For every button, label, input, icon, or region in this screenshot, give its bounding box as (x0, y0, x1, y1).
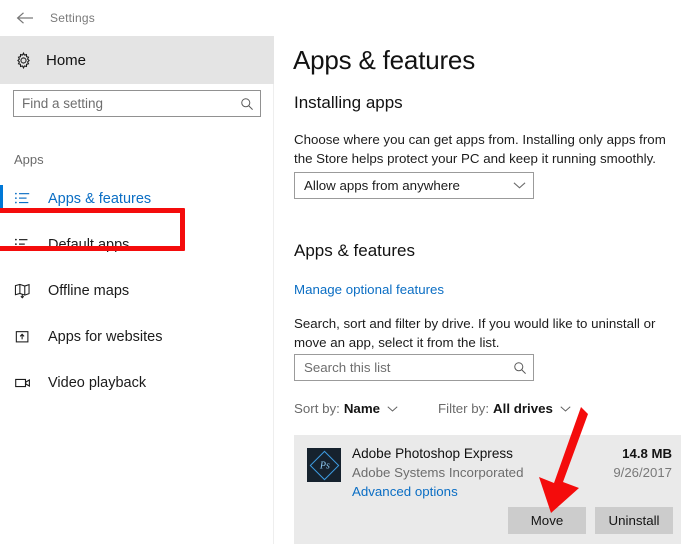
sidebar-group-label: Apps (14, 152, 44, 167)
video-camera-icon (14, 375, 48, 391)
chevron-down-icon (387, 405, 398, 413)
sidebar-nav-list: Apps & features Default apps Offline map… (0, 176, 274, 406)
sidebar-item-video-playback-label: Video playback (48, 375, 147, 391)
sidebar-item-apps-and-features[interactable]: Apps & features (0, 176, 274, 222)
box-arrow-up-icon (14, 329, 48, 345)
sidebar-item-apps-for-websites[interactable]: Apps for websites (0, 314, 274, 360)
gear-icon (0, 51, 46, 69)
search-input-placeholder: Find a setting (22, 96, 104, 111)
sort-by-dropdown[interactable]: Sort by: Name (294, 401, 398, 416)
selection-accent-bar (0, 277, 3, 305)
sidebar-item-default-apps[interactable]: Default apps (0, 222, 274, 268)
filter-by-value: All drives (493, 401, 553, 416)
search-icon (507, 361, 533, 375)
search-icon (234, 97, 260, 111)
app-actions: Move Uninstall (508, 507, 673, 534)
installing-apps-description: Choose where you can get apps from. Inst… (294, 132, 666, 166)
sidebar-item-video-playback[interactable]: Video playback (0, 360, 274, 406)
title-bar: Settings (0, 0, 681, 36)
app-list-search-input[interactable]: Search this list (294, 354, 534, 381)
sidebar-item-apps-for-websites-label: Apps for websites (48, 329, 163, 345)
main-content: Apps & features Installing apps Choose w… (275, 36, 681, 544)
app-size: 14.8 MB (622, 446, 672, 461)
page-title: Apps & features (293, 45, 475, 75)
sidebar-item-offline-maps-label: Offline maps (48, 283, 130, 299)
sidebar-item-default-apps-label: Default apps (48, 237, 130, 253)
advanced-options-link[interactable]: Advanced options (352, 484, 458, 499)
back-arrow-icon[interactable] (8, 3, 42, 33)
manage-optional-features-link[interactable]: Manage optional features (294, 282, 444, 297)
filter-by-label: Filter by: (438, 401, 490, 416)
app-publisher: Adobe Systems Incorporated (352, 465, 524, 480)
uninstall-button[interactable]: Uninstall (595, 507, 673, 534)
sidebar-item-apps-and-features-label: Apps & features (48, 191, 152, 207)
filter-bar: Sort by: Name Filter by: All drives (294, 401, 571, 416)
photoshop-diamond-shape: Ps (309, 450, 339, 480)
apps-features-heading: Apps & features (294, 241, 415, 260)
map-download-icon (14, 283, 48, 299)
move-button[interactable]: Move (508, 507, 586, 534)
selection-accent-bar (0, 185, 3, 213)
app-name: Adobe Photoshop Express (352, 446, 513, 461)
list-arrow-icon (14, 237, 48, 253)
chevron-down-icon (560, 405, 571, 413)
app-install-date: 9/26/2017 (613, 465, 672, 480)
sidebar: Home Find a setting Apps Apps & features… (0, 36, 274, 544)
sort-by-value: Name (343, 401, 381, 416)
selection-accent-bar (0, 323, 3, 351)
photoshop-icon-label: Ps (319, 459, 329, 471)
installing-apps-heading: Installing apps (294, 93, 403, 112)
chevron-down-icon (505, 181, 533, 190)
search-input[interactable]: Find a setting (13, 90, 261, 117)
list-bullet-icon (14, 191, 48, 207)
photoshop-express-icon: Ps (307, 448, 341, 482)
app-list-search-placeholder: Search this list (304, 360, 391, 375)
selection-accent-bar (0, 231, 3, 259)
apps-features-description: Search, sort and filter by drive. If you… (294, 316, 656, 350)
sidebar-item-offline-maps[interactable]: Offline maps (0, 268, 274, 314)
filter-by-dropdown[interactable]: Filter by: All drives (438, 401, 571, 416)
sort-by-label: Sort by: (294, 401, 340, 416)
sidebar-item-home[interactable]: Home (0, 36, 274, 84)
settings-window: Settings Home Find a setting Apps Apps &… (0, 0, 681, 544)
sidebar-item-home-label: Home (46, 51, 87, 69)
app-list-item[interactable]: Ps Adobe Photoshop Express Adobe Systems… (294, 435, 681, 544)
install-source-dropdown-value: Allow apps from anywhere (304, 178, 460, 193)
install-source-dropdown[interactable]: Allow apps from anywhere (294, 172, 534, 199)
selection-accent-bar (0, 369, 3, 397)
window-title: Settings (50, 11, 95, 25)
